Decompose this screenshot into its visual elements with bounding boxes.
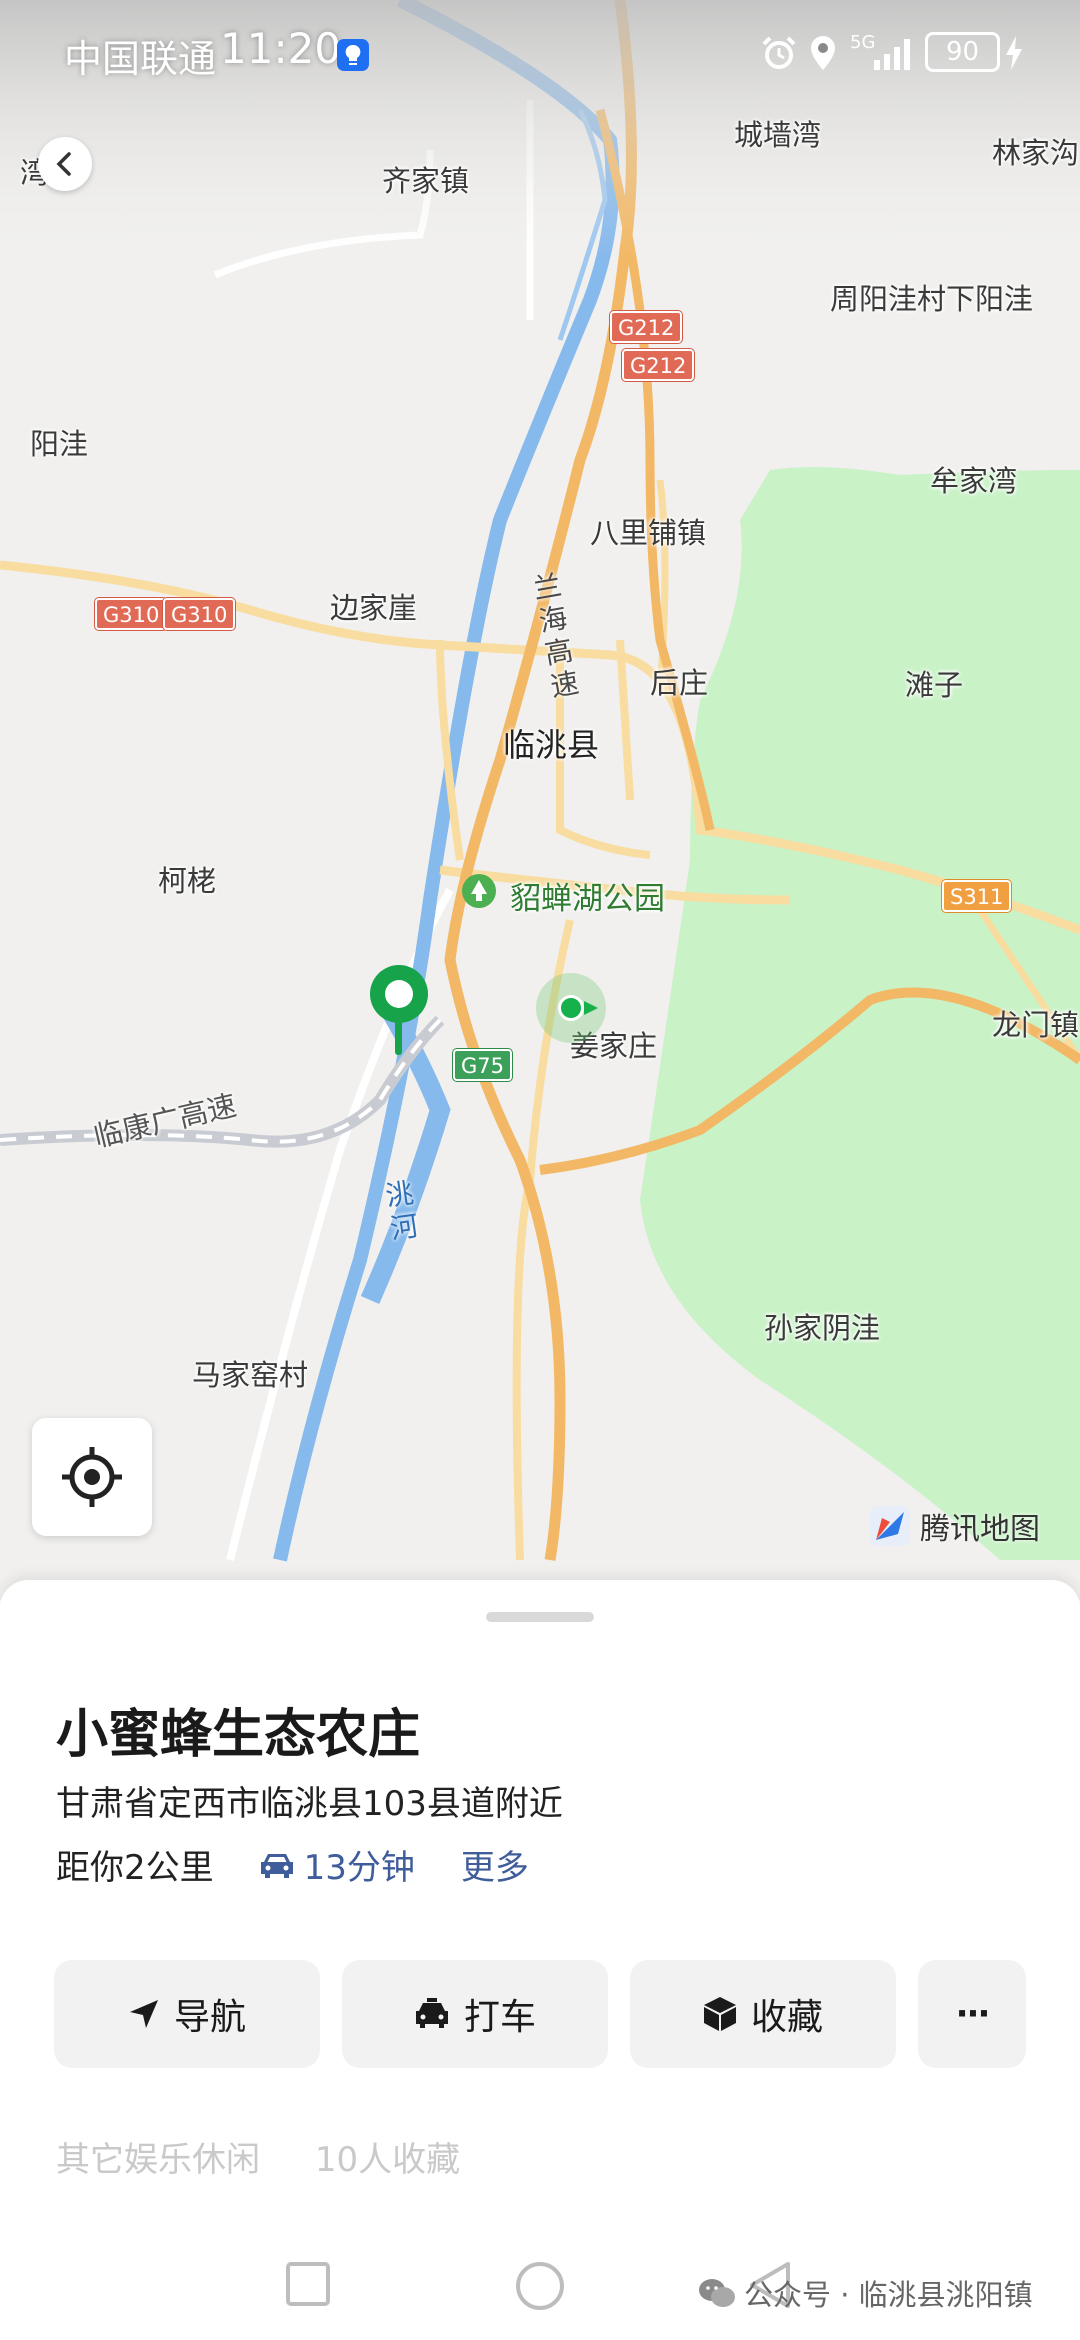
place-label: 柯栳 [158,864,217,898]
place-label: 林家沟 [992,136,1080,170]
status-bar: 中国联通 11:20 5G 90 [0,0,1080,100]
place-title: 小蜜蜂生态农庄 [56,1705,421,1765]
place-label: 滩子 [905,668,964,702]
distance-text: 距你2公里 [56,1848,214,1888]
place-label: 齐家镇 [382,164,470,198]
info-row: 距你2公里 13分钟 更多 [56,1840,529,1889]
wechat-icon [699,2279,735,2307]
place-label: 临洮县 [503,726,600,764]
park-icon [462,874,496,908]
location-icon [811,36,835,70]
clock: 11:20 [220,24,342,73]
current-location-marker [536,973,606,1043]
battery-indicator: 90 [925,32,1000,72]
navigate-button[interactable]: 导航 [54,1960,320,2068]
sheet-drag-handle[interactable] [486,1612,594,1622]
bulb-icon [337,39,369,71]
place-address: 甘肃省定西市临洮县103县道附近 [56,1784,563,1824]
taxi-button[interactable]: 打车 [342,1960,608,2068]
heading-arrow-icon [584,1001,598,1015]
alarm-icon [762,36,796,69]
road-shield: G212 [610,311,683,343]
crosshair-icon [62,1447,122,1507]
place-label: 城墙湾 [734,118,822,152]
place-label: 孙家阴洼 [764,1311,881,1345]
charging-icon [1006,36,1022,70]
place-label: 八里铺镇 [590,516,707,550]
back-button[interactable] [38,137,92,191]
carrier-label: 中国联通 [64,37,217,81]
locate-me-button[interactable] [32,1418,152,1536]
destination-pin[interactable] [368,963,430,1063]
road-shield: G212 [622,349,695,381]
road-shield: G310 [163,598,236,630]
car-icon [260,1853,293,1878]
home-button[interactable] [514,2260,566,2312]
place-label: 马家窑村 [192,1358,309,1392]
watermark: 公众号 · 临洮县洮阳镇 [698,2272,1033,2314]
road-shield: G75 [453,1049,512,1081]
category-text: 其它娱乐休闲 [56,2140,260,2180]
park-label[interactable]: 貂蝉湖公园 [462,873,665,918]
taxi-icon [415,1998,448,2028]
box-icon [703,1997,736,2031]
back-arrow-icon [56,152,71,176]
meta-row: 其它娱乐休闲 10人收藏 [56,2132,460,2181]
ellipsis-icon: ··· [955,1994,991,2034]
place-label: 阳洼 [30,427,89,461]
place-label: 牟家湾 [930,464,1018,498]
map-pin-icon [370,965,428,1055]
map-provider-logo: 腾讯地图 [868,1504,1040,1548]
place-label: 周阳洼村下阳洼 [830,282,1034,316]
navigation-arrow-icon [129,2000,158,2028]
more-actions-button[interactable]: ··· [918,1960,1026,2068]
place-label: 边家崖 [330,591,418,625]
tencent-map-icon [870,1506,910,1546]
road-shield: S311 [942,880,1012,912]
favorites-count: 10人收藏 [314,2140,461,2180]
map-view[interactable]: 城墙湾 林家沟 湾 齐家镇 周阳洼村下阳洼 阳洼 牟家湾 八里铺镇 边家崖 后庄… [0,0,1080,1600]
favorite-button[interactable]: 收藏 [630,1960,896,2068]
place-label: 龙门镇 [992,1008,1080,1042]
map-base [0,0,1080,1562]
more-link[interactable]: 更多 [461,1840,529,1889]
road-shield: G310 [95,598,168,630]
recent-apps-button[interactable] [284,2260,332,2308]
drive-time[interactable]: 13分钟 [258,1840,415,1889]
signal-icon [874,39,910,70]
place-label: 后庄 [650,666,709,700]
